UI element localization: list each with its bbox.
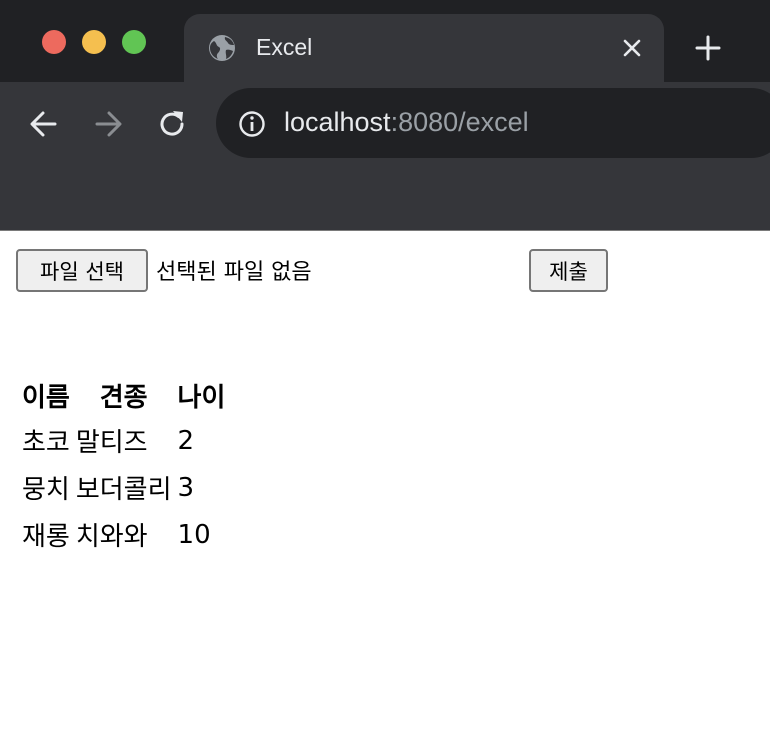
cell-breed: 말티즈 <box>75 428 148 458</box>
submit-button[interactable]: 제출 <box>529 249 608 292</box>
cell-name: 초코 <box>22 428 70 458</box>
reload-icon[interactable] <box>156 108 188 140</box>
cell-age: 10 <box>177 519 211 550</box>
window-close-button[interactable] <box>42 30 66 54</box>
arrow-left-icon[interactable] <box>28 108 60 140</box>
file-status-text: 선택된 파일 없음 <box>156 260 312 285</box>
cell-breed: 치와와 <box>75 522 148 552</box>
url-host: localhost <box>284 107 391 137</box>
cell-name: 재롱 <box>22 522 70 552</box>
header-age: 나이 <box>177 382 226 413</box>
window-minimize-button[interactable] <box>82 30 106 54</box>
cell-age: 3 <box>177 472 195 503</box>
cell-age: 2 <box>177 425 195 456</box>
page-content: 파일 선택 선택된 파일 없음 제출 이름 견종 나이 초코 말티즈 2 뭉치 … <box>0 232 770 746</box>
info-icon[interactable] <box>238 110 266 138</box>
table-header-row: 이름 견종 나이 <box>22 376 225 414</box>
window-maximize-button[interactable] <box>122 30 146 54</box>
tab-strip: Excel <box>0 0 770 82</box>
address-bar[interactable]: localhost:8080/excel <box>216 88 770 158</box>
header-breed: 견종 <box>99 382 148 413</box>
globe-icon <box>209 35 235 61</box>
arrow-right-icon[interactable] <box>92 108 124 140</box>
browser-tab[interactable]: Excel <box>184 14 664 82</box>
header-name: 이름 <box>22 382 70 413</box>
cell-breed: 보더콜리 <box>75 475 172 505</box>
close-icon[interactable] <box>620 36 644 60</box>
tab-title: Excel <box>256 34 313 60</box>
plus-icon[interactable] <box>694 34 722 62</box>
browser-chrome: Excel localhost:8080/excel <box>0 0 770 231</box>
file-select-button[interactable]: 파일 선택 <box>16 249 148 292</box>
url-text[interactable]: localhost:8080/excel <box>284 107 529 138</box>
url-path: :8080/excel <box>390 107 529 137</box>
table-row: 재롱 치와와 10 <box>22 514 225 555</box>
cell-name: 뭉치 <box>22 475 70 505</box>
table-row: 뭉치 보더콜리 3 <box>22 467 225 508</box>
table-row: 초코 말티즈 2 <box>22 420 225 461</box>
dog-table: 이름 견종 나이 초코 말티즈 2 뭉치 보더콜리 3 재롱 치와와 10 <box>16 370 231 561</box>
